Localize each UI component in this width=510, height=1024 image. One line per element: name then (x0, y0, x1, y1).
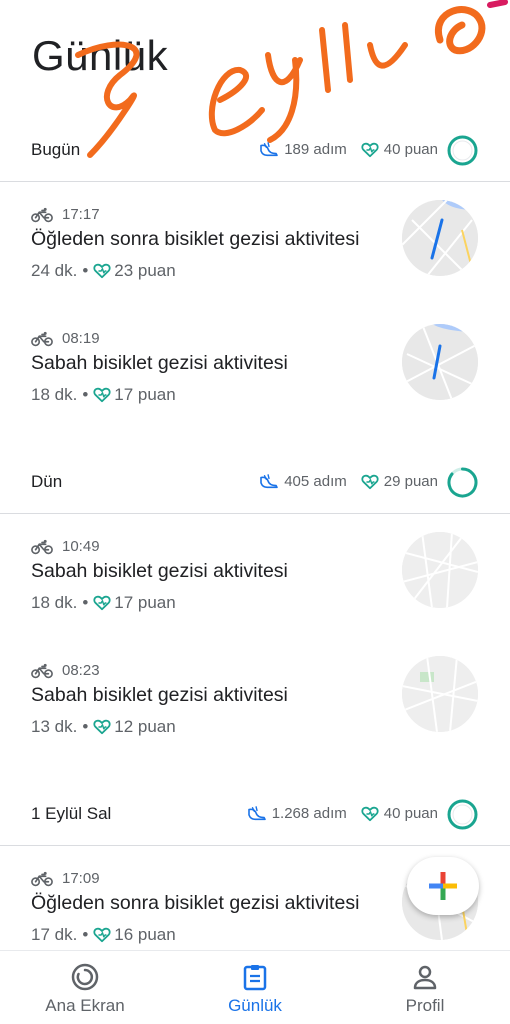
activity-points: 23 puan (114, 261, 176, 280)
steps-count: 405 adım (284, 473, 347, 490)
home-ring-icon (71, 963, 99, 991)
activity-duration: 13 dk. (31, 717, 78, 736)
progress-ring-icon (447, 467, 478, 498)
nav-item-profile[interactable]: Profil (350, 963, 500, 1016)
activity-title: Sabah bisiklet gezisi aktivitesi (31, 560, 288, 582)
activity-item[interactable]: 17:17 Öğleden sonra bisiklet gezisi akti… (0, 200, 510, 316)
activity-time: 17:09 (62, 870, 100, 887)
clipboard-icon (243, 965, 267, 991)
activity-title: Öğleden sonra bisiklet gezisi aktivitesi (31, 228, 360, 250)
points-count: 40 puan (383, 141, 438, 158)
nav-item-journal[interactable]: Günlük (180, 963, 330, 1016)
heart-points-icon (93, 263, 111, 279)
heart-points-icon (93, 719, 111, 735)
heart-points-icon (361, 474, 379, 490)
nav-label: Günlük (228, 996, 282, 1015)
activity-points: 17 puan (114, 593, 176, 612)
day-label: Dün (31, 472, 63, 491)
activity-duration: 17 dk. (31, 925, 78, 944)
day-header-date: 1 Eylül Sal 1.268 adım 40 puan (0, 794, 510, 834)
heart-points-icon (361, 142, 379, 158)
day-header-yesterday: Dün 405 adım 29 puan (0, 462, 510, 502)
page-title: Günlük (32, 32, 169, 79)
activity-item[interactable]: 10:49 Sabah bisiklet gezisi aktivitesi 1… (0, 532, 510, 648)
bike-icon (31, 663, 53, 679)
activity-duration: 18 dk. (31, 385, 78, 404)
bike-icon (31, 207, 53, 223)
heart-points-icon (361, 806, 379, 822)
add-activity-button[interactable] (407, 857, 479, 915)
day-label: Bugün (31, 140, 81, 159)
activity-title: Sabah bisiklet gezisi aktivitesi (31, 352, 288, 374)
points-count: 40 puan (383, 805, 438, 822)
plus-icon (429, 872, 457, 900)
steps-count: 1.268 adım (271, 805, 347, 822)
divider (0, 513, 510, 514)
activity-duration: 18 dk. (31, 593, 78, 612)
bottom-navigation: Ana Ekran Günlük Profil (0, 950, 510, 1024)
activity-time: 08:23 (62, 662, 100, 679)
bike-icon (31, 871, 53, 887)
steps-icon (259, 474, 279, 490)
steps-count: 189 adım (284, 141, 347, 158)
bike-icon (31, 539, 53, 555)
steps-icon (247, 806, 267, 822)
bike-icon (31, 331, 53, 347)
activity-points: 16 puan (114, 925, 176, 944)
nav-label: Profil (405, 996, 445, 1015)
activity-time: 10:49 (62, 538, 100, 555)
progress-ring-icon (447, 135, 478, 166)
activity-item[interactable]: 08:23 Sabah bisiklet gezisi aktivitesi 1… (0, 656, 510, 772)
day-header-today: Bugün 189 adım 40 puan (0, 130, 510, 170)
activity-time: 17:17 (62, 206, 100, 223)
activity-duration: 24 dk. (31, 261, 78, 280)
divider (0, 181, 510, 182)
heart-points-icon (93, 595, 111, 611)
progress-ring-icon (447, 799, 478, 830)
route-map-thumbnail (402, 656, 478, 732)
activity-points: 17 puan (114, 385, 176, 404)
route-map-thumbnail (402, 532, 478, 608)
activity-title: Sabah bisiklet gezisi aktivitesi (31, 684, 288, 706)
points-count: 29 puan (383, 473, 438, 490)
day-label: 1 Eylül Sal (31, 804, 112, 823)
nav-label: Ana Ekran (45, 996, 125, 1015)
activity-time: 08:19 (62, 330, 100, 347)
activity-title: Öğleden sonra bisiklet gezisi aktivitesi (31, 892, 360, 914)
nav-item-home[interactable]: Ana Ekran (10, 963, 160, 1016)
route-map-thumbnail (402, 200, 478, 276)
person-icon (413, 965, 437, 990)
divider (0, 845, 510, 846)
activity-item[interactable]: 08:19 Sabah bisiklet gezisi aktivitesi 1… (0, 324, 510, 440)
activity-points: 12 puan (114, 717, 176, 736)
heart-points-icon (93, 927, 111, 943)
route-map-thumbnail (402, 324, 478, 400)
heart-points-icon (93, 387, 111, 403)
steps-icon (259, 142, 279, 158)
